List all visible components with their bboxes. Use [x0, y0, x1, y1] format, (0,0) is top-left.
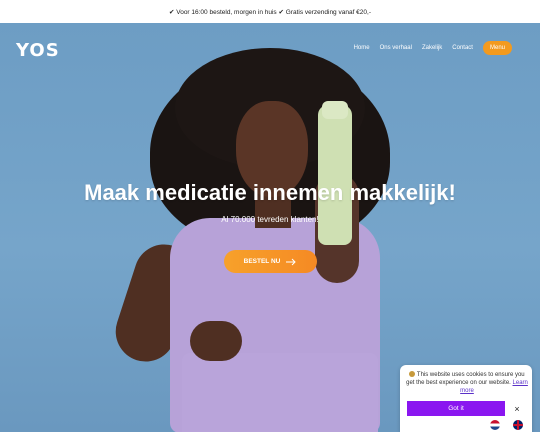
- nav-link-contact[interactable]: Contact: [452, 45, 473, 51]
- hero-image-bottle: [318, 105, 352, 245]
- cookie-text: This website uses cookies to ensure you …: [406, 372, 525, 386]
- hero-image-pants: [182, 353, 378, 432]
- hero-subtitle: Al 70.000 tevreden klanten!: [221, 215, 319, 224]
- nl-flag-icon[interactable]: [490, 420, 500, 430]
- gb-flag-icon[interactable]: [513, 420, 523, 430]
- cookie-message: This website uses cookies to ensure you …: [406, 371, 528, 395]
- order-now-button[interactable]: BESTEL NU: [224, 250, 317, 273]
- hero-headline: Maak medicatie innemen makkelijk!: [84, 180, 456, 205]
- cookie-icon: [409, 371, 416, 377]
- order-now-label: BESTEL NU: [243, 258, 281, 265]
- announcement-bar: ✔ Voor 16:00 besteld, morgen in huis ✔ G…: [0, 0, 540, 23]
- logo[interactable]: YOS: [16, 40, 60, 61]
- arrow-right-icon: [286, 258, 297, 265]
- nav-link-zakelijk[interactable]: Zakelijk: [422, 45, 442, 51]
- nav-link-ons-verhaal[interactable]: Ons verhaal: [380, 45, 412, 51]
- announcement-text: ✔ Voor 16:00 besteld, morgen in huis ✔ G…: [168, 8, 372, 16]
- nav-link-home[interactable]: Home: [354, 45, 370, 51]
- cookie-accept-button[interactable]: Got it: [407, 401, 505, 416]
- close-icon[interactable]: ×: [511, 403, 523, 415]
- hero-image-hand: [190, 321, 242, 361]
- cookie-banner: This website uses cookies to ensure you …: [400, 365, 532, 432]
- menu-button[interactable]: Menu: [482, 41, 512, 55]
- hero-image-bottle-cap: [322, 101, 348, 119]
- main-nav: Home Ons verhaal Zakelijk Contact Menu: [354, 41, 512, 55]
